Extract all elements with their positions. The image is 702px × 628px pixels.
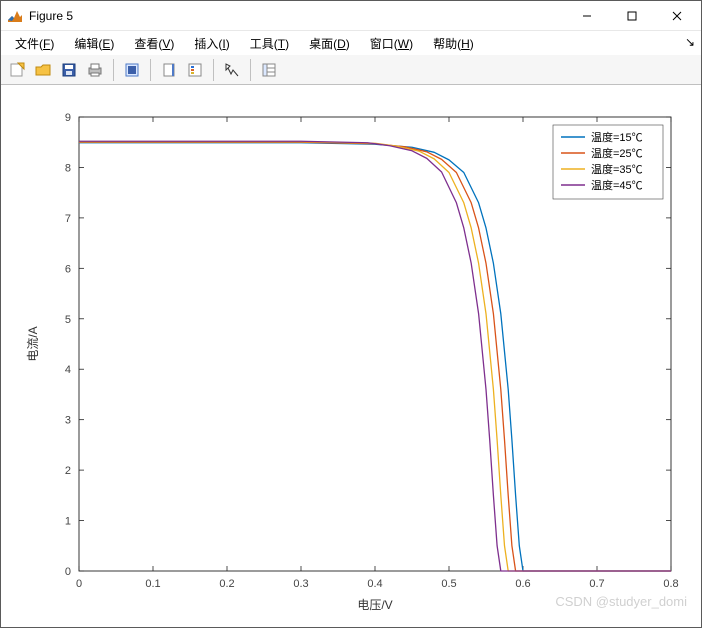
svg-text:9: 9 — [65, 112, 71, 124]
svg-text:3: 3 — [65, 415, 71, 427]
minimize-button[interactable] — [564, 2, 609, 30]
svg-text:0.2: 0.2 — [219, 578, 234, 590]
menu-bar: 文件(F) 编辑(E) 查看(V) 插入(I) 工具(T) 桌面(D) 窗口(W… — [1, 31, 701, 55]
menu-desktop-label: 桌面(D) — [309, 37, 350, 51]
save-button[interactable] — [57, 58, 81, 82]
menu-desktop[interactable]: 桌面(D) — [301, 33, 358, 54]
menu-edit[interactable]: 编辑(E) — [66, 33, 122, 54]
new-figure-button[interactable] — [5, 58, 29, 82]
svg-text:0.6: 0.6 — [515, 578, 530, 590]
menu-insert-label: 插入(I) — [194, 37, 229, 51]
menu-view-label: 查看(V) — [134, 37, 174, 51]
svg-text:0.8: 0.8 — [663, 578, 678, 590]
menu-file[interactable]: 文件(F) — [7, 33, 62, 54]
svg-text:6: 6 — [65, 263, 71, 275]
maximize-button[interactable] — [609, 2, 654, 30]
matlab-icon — [7, 8, 23, 24]
print-button[interactable] — [83, 58, 107, 82]
axes: 0 0.1 0.2 0.3 0.4 0.5 0.6 0.7 0.8 0 1 2 3 4 5 6 7 8 9 电压/V 电… — [1, 87, 701, 627]
menu-tools-label: 工具(T) — [250, 37, 289, 51]
figure-canvas[interactable]: 0 0.1 0.2 0.3 0.4 0.5 0.6 0.7 0.8 0 1 2 3 4 5 6 7 8 9 电压/V 电… — [1, 87, 701, 627]
menu-insert[interactable]: 插入(I) — [186, 33, 237, 54]
menubar-overflow-icon[interactable]: ↘ — [685, 35, 695, 49]
menu-view[interactable]: 查看(V) — [126, 33, 182, 54]
svg-text:0: 0 — [76, 578, 82, 590]
menu-window[interactable]: 窗口(W) — [362, 33, 421, 54]
toolbar-sep-2 — [150, 59, 151, 81]
legend-button[interactable] — [183, 58, 207, 82]
svg-text:0.3: 0.3 — [293, 578, 308, 590]
title-bar: Figure 5 — [1, 1, 701, 31]
svg-text:0.1: 0.1 — [145, 578, 160, 590]
svg-text:电流/A: 电流/A — [26, 326, 40, 361]
link-button[interactable] — [120, 58, 144, 82]
menu-window-label: 窗口(W) — [370, 37, 413, 51]
svg-text:0.5: 0.5 — [441, 578, 456, 590]
svg-text:7: 7 — [65, 213, 71, 225]
svg-text:温度=15℃: 温度=15℃ — [591, 130, 643, 144]
menu-help[interactable]: 帮助(H) — [425, 33, 482, 54]
svg-text:温度=35℃: 温度=35℃ — [591, 162, 643, 176]
svg-text:8: 8 — [65, 162, 71, 174]
svg-text:4: 4 — [65, 364, 71, 376]
svg-text:0.7: 0.7 — [589, 578, 604, 590]
toolbar-sep-1 — [113, 59, 114, 81]
toolbar — [1, 55, 701, 85]
svg-text:温度=45℃: 温度=45℃ — [591, 178, 643, 192]
close-button[interactable] — [654, 2, 699, 30]
svg-text:温度=25℃: 温度=25℃ — [591, 146, 643, 160]
menu-edit-label: 编辑(E) — [74, 37, 114, 51]
svg-text:5: 5 — [65, 314, 71, 326]
menu-help-label: 帮助(H) — [433, 37, 474, 51]
open-button[interactable] — [31, 58, 55, 82]
svg-text:2: 2 — [65, 465, 71, 477]
colorbar-button[interactable] — [157, 58, 181, 82]
svg-text:电压/V: 电压/V — [357, 598, 392, 612]
svg-text:0.4: 0.4 — [367, 578, 382, 590]
toolbar-sep-4 — [250, 59, 251, 81]
svg-text:0: 0 — [65, 566, 71, 578]
menu-tools[interactable]: 工具(T) — [242, 33, 297, 54]
edit-plot-button[interactable] — [220, 58, 244, 82]
menu-file-label: 文件(F) — [15, 37, 54, 51]
window-title: Figure 5 — [29, 9, 564, 23]
toolbar-sep-3 — [213, 59, 214, 81]
svg-text:1: 1 — [65, 516, 71, 528]
property-inspector-button[interactable] — [257, 58, 281, 82]
